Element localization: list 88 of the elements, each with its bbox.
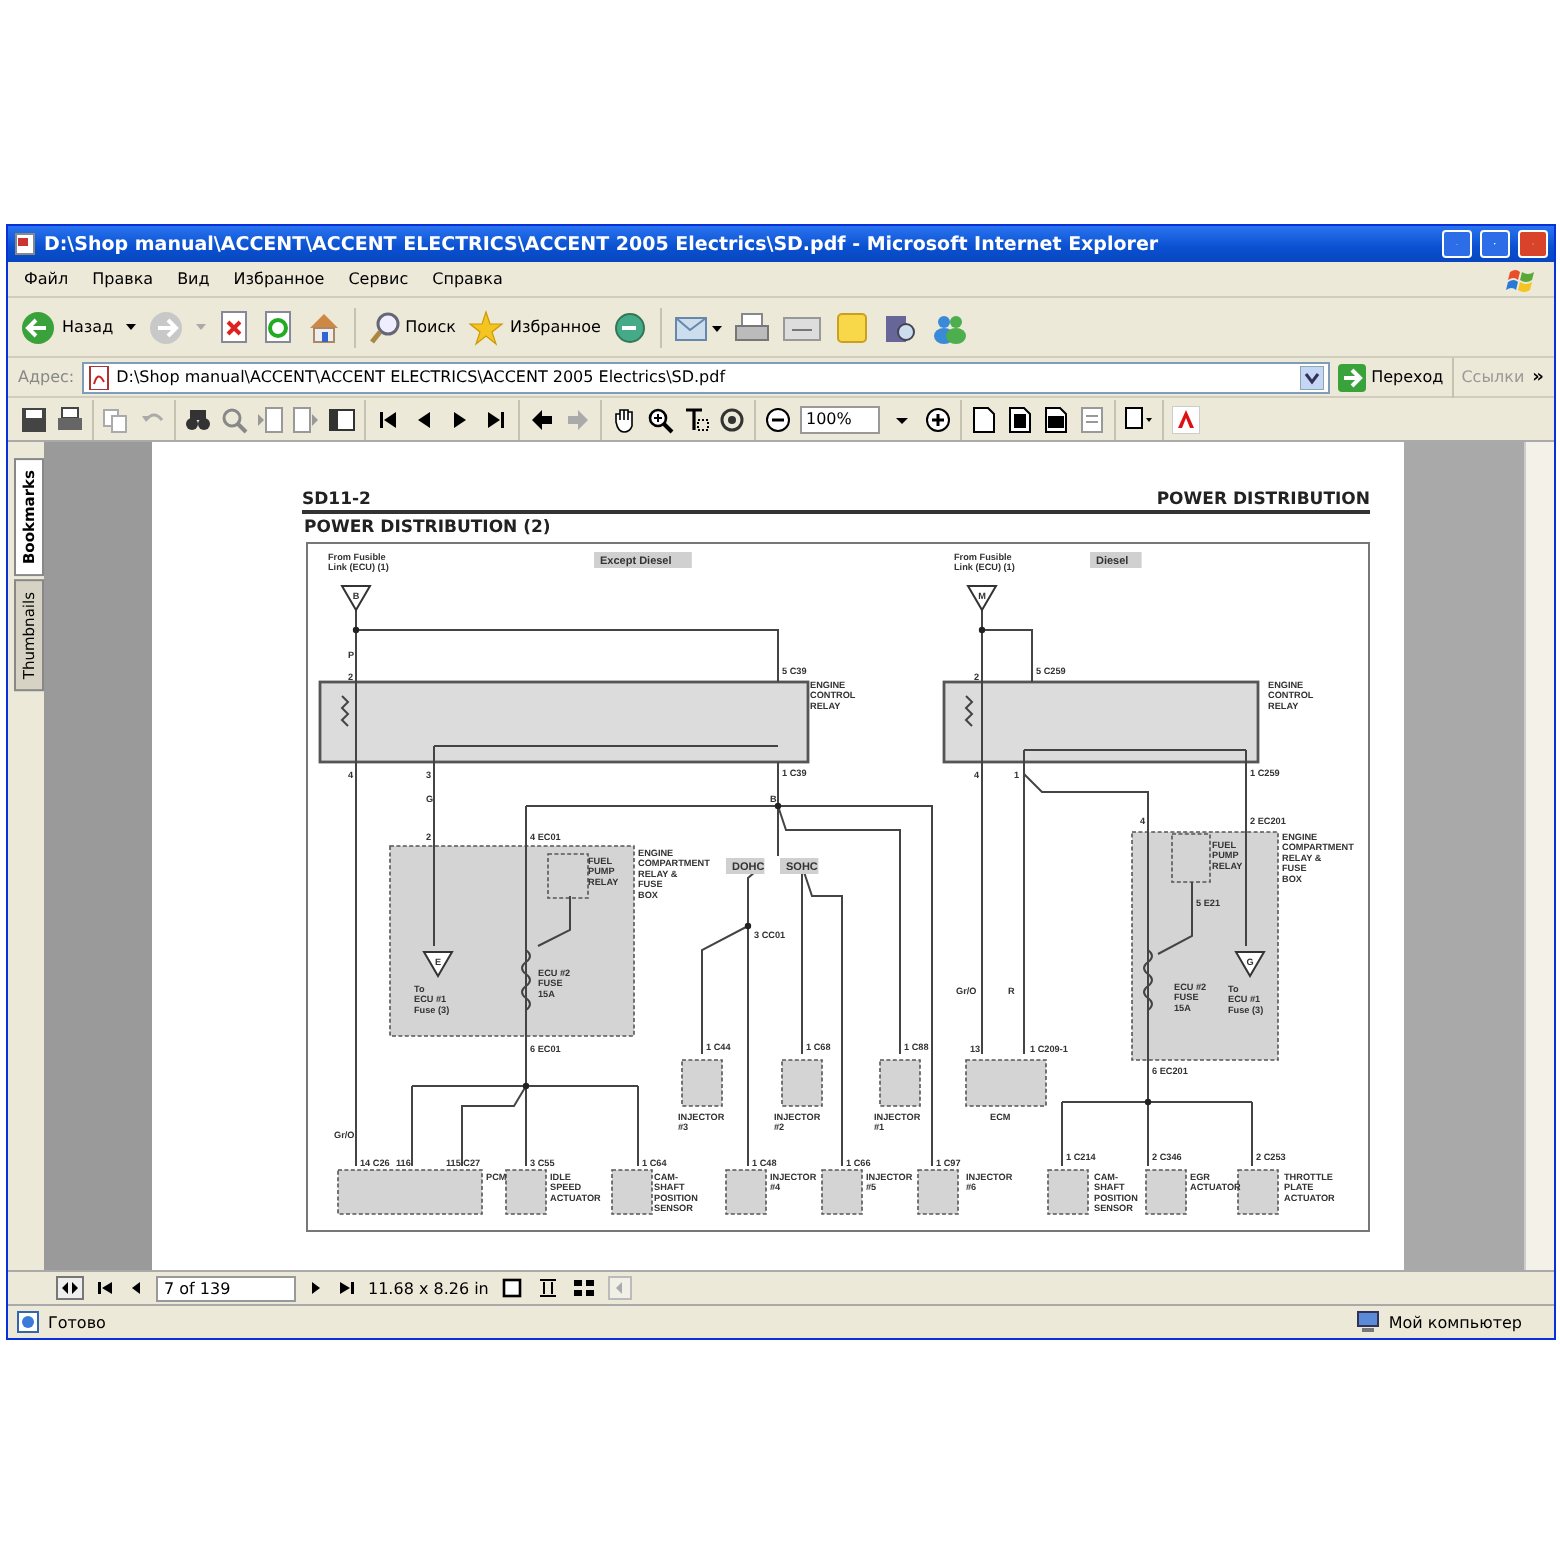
next-page-icon[interactable] (308, 1278, 324, 1298)
component-outline (917, 1169, 959, 1215)
continuous-icon[interactable] (536, 1276, 561, 1300)
go-button[interactable]: Переход (1337, 363, 1444, 391)
zoom-out-icon[interactable] (764, 405, 792, 433)
junction-dot (978, 626, 986, 634)
home-icon[interactable] (305, 309, 342, 345)
page-code: SD11-2 (302, 490, 371, 510)
page-icon (16, 1310, 40, 1334)
single-page-icon[interactable] (500, 1276, 525, 1300)
adobe-logo-icon[interactable] (1172, 405, 1200, 433)
address-field[interactable]: D:\Shop manual\ACCENT\ACCENT ELECTRICS\ACCENT 2005 Electrics\SD.pdf (82, 361, 1330, 393)
actual-size-icon[interactable] (970, 405, 998, 433)
star-icon (467, 309, 504, 345)
menu-item[interactable]: Файл (24, 270, 69, 288)
security-zone: Мой компьютер (1388, 1313, 1522, 1331)
text-select-icon[interactable] (682, 405, 710, 433)
previous-page-icon[interactable] (128, 1278, 144, 1298)
page-size-label: 11.68 x 8.26 in (368, 1279, 489, 1297)
junction-dot (744, 922, 752, 930)
split-handle-icon[interactable] (56, 1276, 84, 1300)
windows-logo-icon (1506, 265, 1538, 293)
page-number-field[interactable]: 7 of 139 (156, 1275, 296, 1301)
component-outline (879, 1059, 921, 1107)
fuse-symbol (521, 949, 531, 1011)
component-outline (1145, 1169, 1187, 1215)
restore-button[interactable] (1480, 230, 1510, 258)
junction-dot (774, 802, 782, 810)
component-outline (611, 1169, 653, 1215)
panel-icon[interactable] (328, 405, 356, 433)
printer-icon[interactable] (734, 309, 771, 345)
address-label: Адрес: (18, 368, 75, 386)
first-page-icon[interactable] (96, 1278, 116, 1298)
coil-symbol (340, 695, 350, 727)
fuse-symbol (1143, 949, 1153, 1011)
print-icon[interactable] (56, 405, 84, 433)
component-outline (781, 1059, 823, 1107)
fit-width-icon[interactable] (1042, 405, 1070, 433)
close-button[interactable] (1518, 230, 1548, 258)
junction-dot (1144, 1098, 1152, 1106)
fit-page-icon[interactable] (1006, 405, 1034, 433)
section-title: POWER DISTRIBUTION (1156, 490, 1370, 510)
vertical-scrollbar[interactable] (1524, 442, 1554, 1270)
dropdown-icon[interactable] (1299, 365, 1324, 389)
favorites-button[interactable]: Избранное (467, 309, 601, 345)
search-icon (367, 309, 400, 345)
go-arrow-icon (1337, 363, 1366, 391)
junction-dot (522, 1082, 530, 1090)
refresh-icon[interactable] (261, 309, 294, 345)
zoom-in-icon[interactable] (924, 405, 952, 433)
menu-item[interactable]: Справка (432, 270, 503, 288)
menu-item[interactable]: Сервис (348, 270, 409, 288)
stop-icon[interactable] (217, 309, 250, 345)
menu-item[interactable]: Вид (177, 270, 210, 288)
media-icon[interactable] (612, 309, 649, 345)
page-left-icon[interactable] (256, 405, 284, 433)
pdf-file-icon (88, 365, 111, 389)
junction-dot (352, 626, 360, 634)
coil-symbol (964, 695, 974, 727)
menu-item[interactable]: Правка (92, 270, 154, 288)
hand-icon[interactable] (610, 405, 638, 433)
minimize-button[interactable] (1442, 230, 1472, 258)
search-button[interactable]: Поиск (367, 309, 456, 345)
component-outline (725, 1169, 767, 1215)
status-text: Готово (48, 1313, 108, 1331)
previous-view-icon[interactable] (528, 405, 556, 433)
computer-icon (1356, 1310, 1381, 1334)
save-icon[interactable] (20, 405, 48, 433)
back-button[interactable]: Назад (20, 309, 114, 345)
diagram-title: POWER DISTRIBUTION (2) (304, 518, 553, 538)
component-outline (505, 1169, 547, 1215)
dropdown-caret-icon[interactable] (125, 323, 136, 331)
rotate-icon[interactable] (1124, 405, 1154, 433)
menu-item[interactable]: Избранное (233, 270, 325, 288)
zoom-icon[interactable] (646, 405, 674, 433)
component-outline (1237, 1169, 1279, 1215)
component-outline (965, 1059, 1047, 1107)
more-button[interactable]: » (1532, 367, 1544, 387)
component-outline (821, 1169, 863, 1215)
snapshot-icon[interactable] (718, 405, 746, 433)
facing-pages-icon[interactable] (572, 1276, 597, 1300)
binoculars-icon[interactable] (184, 405, 212, 433)
zoom-field[interactable]: 100% (800, 405, 880, 433)
last-page-icon[interactable] (336, 1278, 356, 1298)
window-title: D:\Shop manual\ACCENT\ACCENT ELECTRICS\ACCENT 2005 Electrics\SD.pdf - Microsoft Internet Explorer (44, 233, 1161, 255)
document-icon (14, 232, 36, 256)
component-outline (1047, 1169, 1089, 1215)
component-outline (681, 1059, 723, 1107)
